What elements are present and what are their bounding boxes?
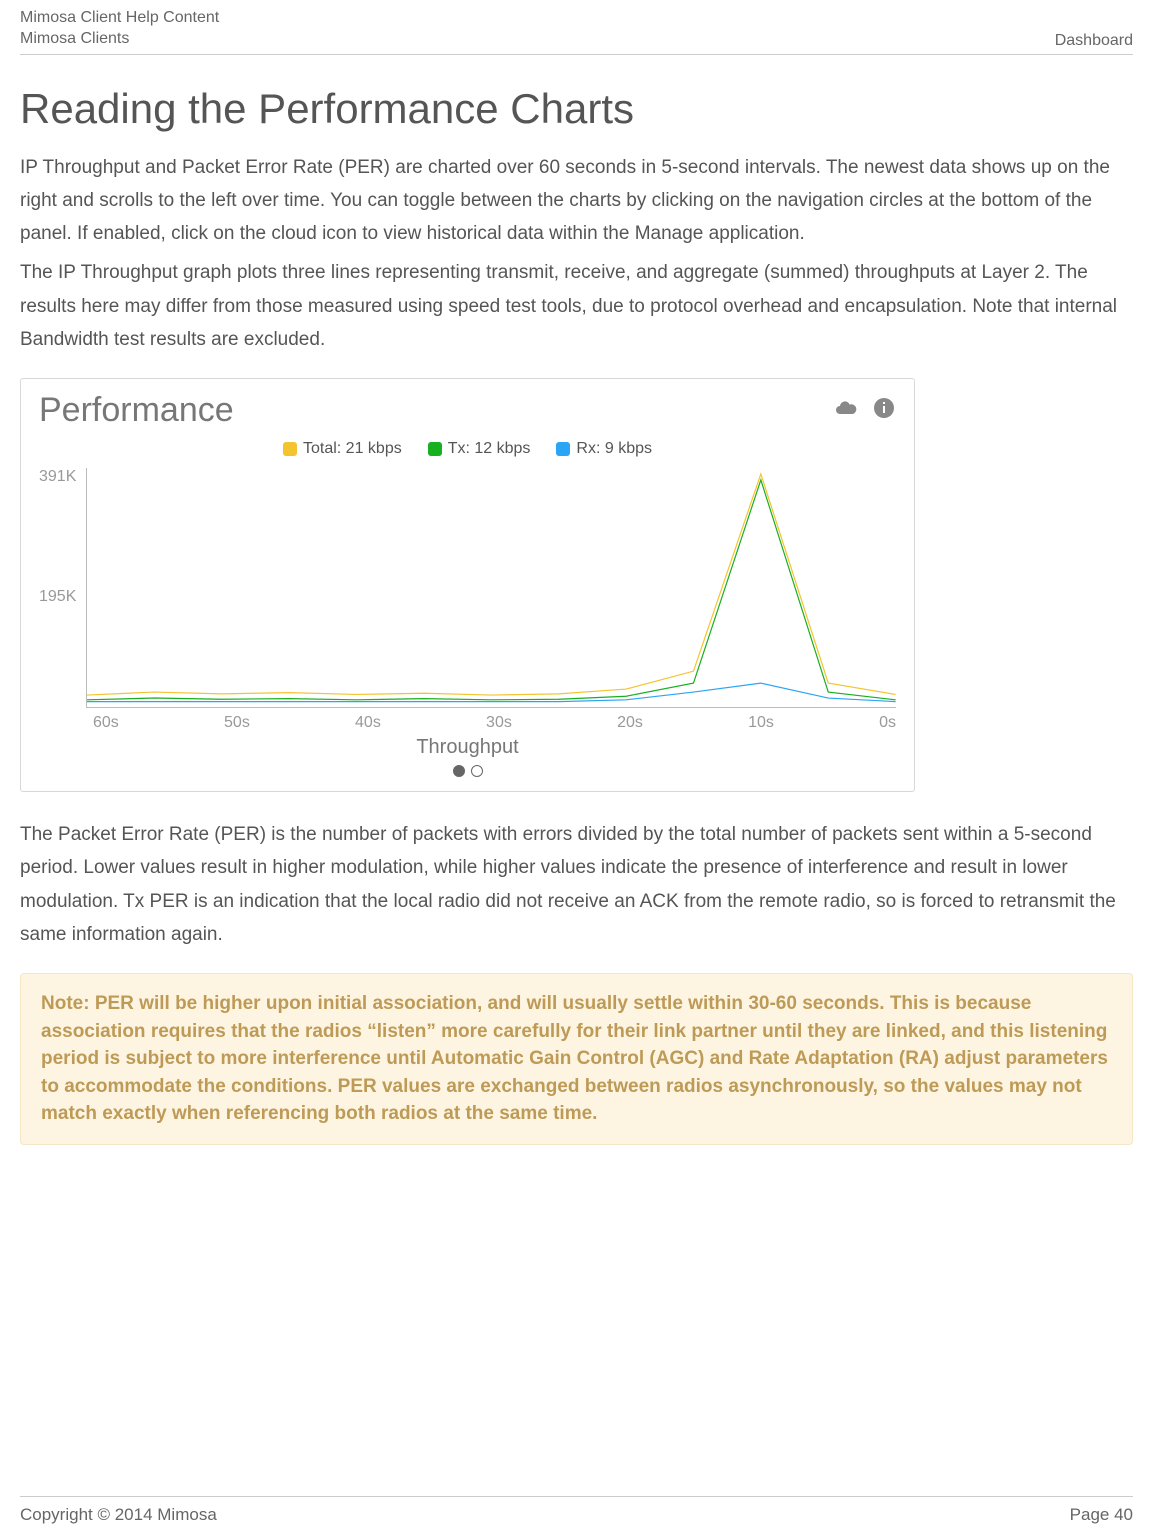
legend-total-label: Total: 21 kbps — [303, 440, 402, 458]
legend-rx: Rx: 9 kbps — [556, 440, 652, 458]
x-axis-title: Throughput — [21, 732, 914, 759]
chart-legend: Total: 21 kbps Tx: 12 kbps Rx: 9 kbps — [21, 436, 914, 468]
x-tick-1: 50s — [224, 714, 250, 732]
intro-paragraph-1: IP Throughput and Packet Error Rate (PER… — [20, 151, 1133, 251]
page-footer: Copyright © 2014 Mimosa Page 40 — [20, 1496, 1133, 1525]
header-right: Dashboard — [1055, 32, 1133, 50]
chart-area — [86, 468, 896, 708]
footer-right: Page 40 — [1070, 1505, 1133, 1525]
y-tick-0: 391K — [39, 468, 76, 588]
panel-icons — [834, 396, 896, 425]
page-title: Reading the Performance Charts — [20, 85, 1133, 133]
chart-svg — [87, 468, 896, 707]
header-line-2: Mimosa Clients — [20, 29, 219, 50]
x-axis: 60s 50s 40s 30s 20s 10s 0s — [21, 708, 914, 732]
legend-tx: Tx: 12 kbps — [428, 440, 531, 458]
info-icon[interactable] — [872, 396, 896, 425]
y-axis: 391K 195K — [39, 468, 86, 708]
intro-paragraph-2: The IP Throughput graph plots three line… — [20, 256, 1133, 356]
per-paragraph: The Packet Error Rate (PER) is the numbe… — [20, 818, 1133, 951]
note-box: Note: PER will be higher upon initial as… — [20, 973, 1133, 1145]
legend-total: Total: 21 kbps — [283, 440, 402, 458]
panel-title: Performance — [39, 391, 834, 430]
page-header: Mimosa Client Help Content Mimosa Client… — [20, 0, 1133, 55]
nav-dot-1[interactable] — [453, 765, 465, 777]
x-tick-6: 0s — [879, 714, 896, 732]
x-tick-0: 60s — [93, 714, 119, 732]
x-tick-5: 10s — [748, 714, 774, 732]
swatch-tx — [428, 442, 442, 456]
y-tick-1: 195K — [39, 588, 76, 708]
nav-dot-2[interactable] — [471, 765, 483, 777]
x-tick-3: 30s — [486, 714, 512, 732]
cloud-icon[interactable] — [834, 396, 858, 425]
swatch-total — [283, 442, 297, 456]
chart-wrap: 391K 195K — [21, 468, 914, 708]
nav-dots — [21, 759, 914, 777]
legend-rx-label: Rx: 9 kbps — [576, 440, 652, 458]
panel-header: Performance — [21, 379, 914, 436]
legend-tx-label: Tx: 12 kbps — [448, 440, 531, 458]
x-tick-4: 20s — [617, 714, 643, 732]
footer-left: Copyright © 2014 Mimosa — [20, 1505, 217, 1525]
performance-panel: Performance Total: 21 kbps Tx: 12 kbps R… — [20, 378, 915, 792]
swatch-rx — [556, 442, 570, 456]
x-tick-2: 40s — [355, 714, 381, 732]
header-line-1: Mimosa Client Help Content — [20, 8, 219, 29]
header-left: Mimosa Client Help Content Mimosa Client… — [20, 8, 219, 50]
